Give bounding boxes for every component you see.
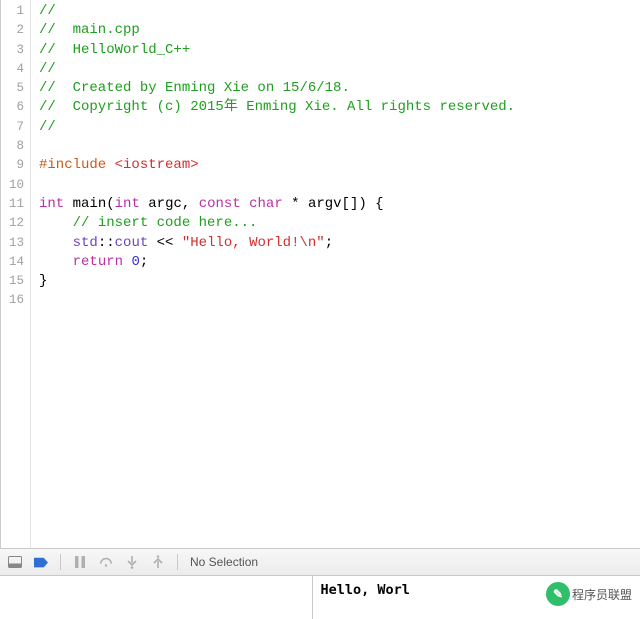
line-number[interactable]: 10 — [1, 176, 24, 195]
code-area: 12345678910111213141516 //// main.cpp// … — [0, 0, 640, 548]
code-line[interactable]: } — [39, 272, 640, 291]
line-number[interactable]: 3 — [1, 41, 24, 60]
line-number[interactable]: 11 — [1, 195, 24, 214]
watermark-label: 程序员联盟 — [572, 586, 632, 603]
code-line[interactable]: // — [39, 60, 640, 79]
code-line[interactable]: // Copyright (c) 2015年 Enming Xie. All r… — [39, 98, 640, 117]
line-number[interactable]: 15 — [1, 272, 24, 291]
hide-debug-icon[interactable] — [8, 555, 22, 569]
code-line[interactable]: // — [39, 118, 640, 137]
code-line[interactable]: #include <iostream> — [39, 156, 640, 175]
code-text[interactable]: //// main.cpp// HelloWorld_C++//// Creat… — [31, 0, 640, 548]
code-line[interactable]: // insert code here... — [39, 214, 640, 233]
jump-bar[interactable]: No Selection — [190, 555, 258, 569]
code-line[interactable]: // HelloWorld_C++ — [39, 41, 640, 60]
step-over-icon[interactable] — [99, 555, 113, 569]
xcode-editor: 12345678910111213141516 //// main.cpp// … — [0, 0, 640, 619]
line-number[interactable]: 2 — [1, 21, 24, 40]
pause-icon[interactable] — [73, 555, 87, 569]
line-number[interactable]: 9 — [1, 156, 24, 175]
code-line[interactable]: return 0; — [39, 253, 640, 272]
separator — [60, 554, 61, 570]
line-number[interactable]: 8 — [1, 137, 24, 156]
watermark: ✎ 程序员联盟 — [546, 582, 632, 606]
code-line[interactable]: // — [39, 2, 640, 21]
line-gutter[interactable]: 12345678910111213141516 — [1, 0, 31, 548]
line-number[interactable]: 1 — [1, 2, 24, 21]
console-area: Hello, Worl ✎ 程序员联盟 — [0, 576, 640, 619]
code-line[interactable]: // Created by Enming Xie on 15/6/18. — [39, 79, 640, 98]
debug-toolbar: No Selection — [0, 548, 640, 576]
step-into-icon[interactable] — [125, 555, 139, 569]
code-line[interactable]: int main(int argc, const char * argv[]) … — [39, 195, 640, 214]
breakpoints-icon[interactable] — [34, 555, 48, 569]
code-line[interactable]: // main.cpp — [39, 21, 640, 40]
step-out-icon[interactable] — [151, 555, 165, 569]
variables-view[interactable] — [0, 576, 313, 619]
line-number[interactable]: 4 — [1, 60, 24, 79]
line-number[interactable]: 14 — [1, 253, 24, 272]
line-number[interactable]: 12 — [1, 214, 24, 233]
console-output-text: Hello, Worl — [321, 582, 410, 598]
line-number[interactable]: 5 — [1, 79, 24, 98]
watermark-avatar-icon: ✎ — [546, 582, 570, 606]
line-number[interactable]: 16 — [1, 291, 24, 310]
code-line[interactable] — [39, 291, 640, 310]
line-number[interactable]: 7 — [1, 118, 24, 137]
console-output-view[interactable]: Hello, Worl ✎ 程序员联盟 — [313, 576, 640, 619]
line-number[interactable]: 6 — [1, 98, 24, 117]
separator — [177, 554, 178, 570]
code-line[interactable]: std::cout << "Hello, World!\n"; — [39, 234, 640, 253]
code-line[interactable] — [39, 137, 640, 156]
line-number[interactable]: 13 — [1, 234, 24, 253]
code-line[interactable] — [39, 176, 640, 195]
